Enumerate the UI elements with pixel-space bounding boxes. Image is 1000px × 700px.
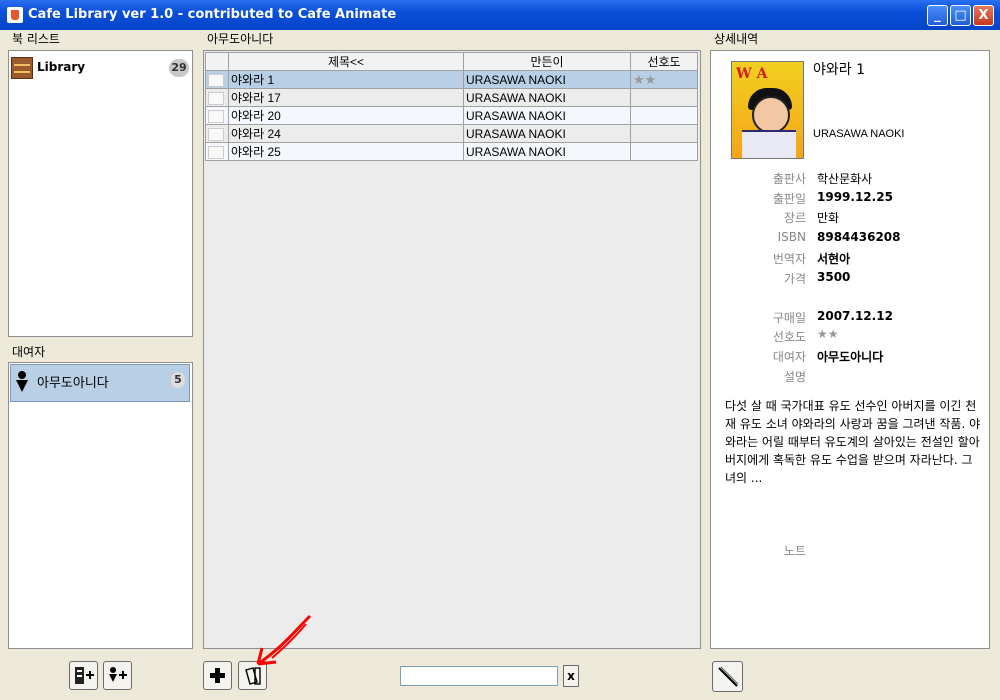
- table-row[interactable]: 야와라 20 URASAWA NAOKI: [205, 106, 698, 125]
- plus-icon: [210, 668, 225, 683]
- book-rating-cell: [630, 106, 698, 125]
- book-author-cell: URASAWA NAOKI: [463, 142, 631, 161]
- book-rating-cell: [630, 124, 698, 143]
- isbn-value: 8984436208: [817, 230, 901, 244]
- book-author-cell: URASAWA NAOKI: [463, 88, 631, 107]
- genre-label: 장르: [783, 211, 806, 225]
- rating-value: ★★: [817, 327, 839, 341]
- publisher-label: 출판사: [772, 172, 806, 186]
- table-row[interactable]: 야와라 24 URASAWA NAOKI: [205, 124, 698, 143]
- booklist-item-label: Library: [37, 60, 86, 74]
- book-rating-cell: [630, 142, 698, 161]
- book-title-cell: 야와라 24: [228, 124, 464, 143]
- booklist-box: Library 29: [8, 50, 193, 337]
- close-button[interactable]: X: [973, 5, 994, 26]
- book-rating-cell: [630, 88, 698, 107]
- add-borrower-icon: [109, 667, 127, 682]
- price-value: 3500: [817, 270, 851, 284]
- purchase-date-label: 구매일: [772, 311, 806, 325]
- detail-heading: 상세내역: [714, 32, 759, 46]
- minimize-button[interactable]: _: [927, 5, 948, 26]
- purchase-date-value: 2007.12.12: [817, 309, 893, 323]
- window-title: Cafe Library ver 1.0 - contributed to Ca…: [28, 7, 397, 22]
- add-booklist-button[interactable]: [69, 661, 98, 690]
- isbn-label: ISBN: [777, 230, 806, 244]
- book-author-cell: URASAWA NAOKI: [463, 106, 631, 125]
- add-borrower-button[interactable]: [103, 661, 132, 690]
- person-icon: [16, 371, 28, 393]
- thumbnail-icon: [205, 124, 229, 143]
- borrower-item-count: 5: [171, 372, 185, 388]
- book-title-cell: 야와라 1: [228, 70, 464, 89]
- price-label: 가격: [783, 272, 806, 286]
- publisher-value: 학산문화사: [817, 172, 873, 186]
- thumbnail-icon: [205, 88, 229, 107]
- book-author-cell: URASAWA NAOKI: [463, 70, 631, 89]
- column-header-thumb[interactable]: [205, 52, 229, 71]
- genre-value: 만화: [817, 211, 840, 225]
- add-book-button[interactable]: [203, 661, 232, 690]
- booklist-item-count: 29: [169, 59, 189, 77]
- table-row[interactable]: 야와라 17 URASAWA NAOKI: [205, 88, 698, 107]
- detail-title: 야와라 1: [813, 62, 865, 78]
- borrowers-heading: 대여자: [12, 345, 46, 359]
- book-author-cell: URASAWA NAOKI: [463, 124, 631, 143]
- thumbnail-icon: [205, 70, 229, 89]
- book-title-cell: 야와라 20: [228, 106, 464, 125]
- translator-value: 서현아: [817, 252, 851, 266]
- thumbnail-icon: [205, 106, 229, 125]
- table-row[interactable]: 야와라 25 URASAWA NAOKI: [205, 142, 698, 161]
- clear-search-button[interactable]: x: [563, 665, 579, 687]
- pubdate-value: 1999.12.25: [817, 190, 893, 204]
- borrowers-box: 아무도아니다 5: [8, 362, 193, 649]
- column-header-title[interactable]: 제목<<: [228, 52, 464, 71]
- column-header-author[interactable]: 만든이: [463, 52, 631, 71]
- edit-button[interactable]: [712, 661, 743, 692]
- borrower-item-label: 아무도아니다: [37, 376, 109, 391]
- search-input[interactable]: [400, 666, 558, 686]
- book-rating-cell: ★★: [630, 70, 698, 89]
- pencil-icon: [718, 666, 739, 687]
- title-bar: Cafe Library ver 1.0 - contributed to Ca…: [0, 0, 1000, 30]
- bookshelf-icon: [11, 57, 33, 79]
- rating-label: 선호도: [772, 330, 806, 344]
- java-app-icon: [7, 7, 23, 23]
- books-table: 제목<< 만든이 선호도 야와라 1 URASAWA NAOKI ★★ 야와라 …: [205, 52, 698, 161]
- borrower-value: 아무도아니다: [817, 350, 884, 364]
- books-heading: 아무도아니다: [207, 32, 274, 46]
- book-title-cell: 야와라 17: [228, 88, 464, 107]
- pubdate-label: 출판일: [772, 192, 806, 206]
- maximize-button[interactable]: □: [950, 5, 971, 26]
- description-text: 다섯 살 때 국가대표 유도 선수인 아버지를 이긴 천재 유도 소녀 야와라의…: [725, 399, 981, 485]
- book-cover-image: W A: [731, 61, 804, 159]
- note-label: 노트: [783, 544, 806, 558]
- description-label: 설명: [783, 370, 806, 384]
- detail-box: W A 야와라 1 URASAWA NAOKI 출판사 학산문화사 출판일 19…: [710, 50, 990, 649]
- annotation-arrow-icon: [256, 614, 312, 666]
- add-booklist-icon: [75, 667, 94, 684]
- borrower-item[interactable]: 아무도아니다 5: [10, 364, 190, 402]
- table-row[interactable]: 야와라 1 URASAWA NAOKI ★★: [205, 70, 698, 89]
- translator-label: 번역자: [772, 252, 806, 266]
- column-header-rating[interactable]: 선호도: [630, 52, 698, 71]
- booklist-item-library[interactable]: Library 29: [11, 57, 189, 79]
- thumbnail-icon: [205, 142, 229, 161]
- booklist-heading: 북 리스트: [12, 32, 60, 46]
- borrower-label: 대여자: [772, 350, 806, 364]
- books-table-box: 제목<< 만든이 선호도 야와라 1 URASAWA NAOKI ★★ 야와라 …: [203, 50, 701, 649]
- book-title-cell: 야와라 25: [228, 142, 464, 161]
- detail-author: URASAWA NAOKI: [813, 128, 905, 140]
